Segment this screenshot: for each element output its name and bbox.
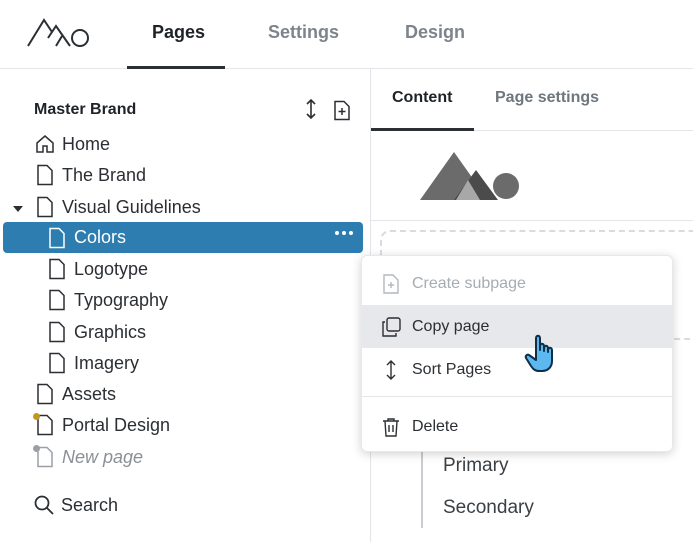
sidebar-item-home[interactable]: Home	[35, 129, 110, 159]
tab-settings[interactable]: Settings	[268, 22, 339, 43]
sidebar-item-label: Home	[62, 133, 111, 154]
page-icon	[49, 352, 65, 374]
sort-vertical-icon	[386, 359, 396, 380]
sidebar-item-label: Portal Design	[62, 414, 171, 435]
sidebar-item-label: New page	[62, 446, 144, 467]
tab-page-settings[interactable]: Page settings	[495, 89, 599, 107]
brand-logo-image	[420, 152, 519, 200]
top-bar: Pages Settings Design	[0, 0, 693, 69]
copy-icon	[382, 316, 401, 337]
page-icon	[49, 321, 65, 343]
more-options-icon[interactable]	[335, 231, 353, 235]
sidebar-item-imagery[interactable]: Imagery	[47, 348, 139, 378]
sidebar-item-the-brand[interactable]: The Brand	[35, 160, 146, 190]
nav-item-primary[interactable]: Primary	[443, 455, 508, 477]
page-icon	[49, 289, 65, 311]
menu-item-label: Copy page	[412, 317, 490, 335]
menu-item-label: Create subpage	[412, 274, 526, 292]
logo-mountains-icon[interactable]	[26, 16, 92, 50]
menu-sort-pages[interactable]: Sort Pages	[362, 348, 672, 391]
menu-item-label: Delete	[412, 417, 459, 435]
sidebar-item-label: Colors	[74, 227, 127, 247]
sidebar-item-assets[interactable]: Assets	[35, 379, 116, 409]
sidebar-item-label: Logotype	[74, 258, 149, 279]
menu-divider	[362, 396, 672, 397]
sidebar-item-label: Graphics	[74, 321, 147, 342]
add-page-icon	[383, 273, 399, 294]
page-icon	[37, 383, 53, 405]
page-context-menu: Create subpage Copy page Sort Pages Dele…	[361, 255, 673, 452]
search-label: Search	[61, 494, 119, 515]
sidebar-item-logotype[interactable]: Logotype	[47, 254, 148, 284]
nav-line	[421, 448, 423, 528]
sidebar-item-colors[interactable]: Colors	[3, 222, 363, 253]
content-divider	[371, 220, 693, 221]
chevron-down-icon[interactable]	[12, 204, 24, 214]
sidebar-item-label: Visual Guidelines	[62, 196, 201, 217]
page-icon	[49, 227, 65, 248]
active-subtab-indicator	[371, 128, 474, 131]
sidebar-item-graphics[interactable]: Graphics	[47, 317, 146, 347]
page-icon	[37, 164, 53, 186]
sidebar-item-label: Imagery	[74, 352, 140, 373]
trash-icon	[383, 417, 399, 437]
sidebar-item-typography[interactable]: Typography	[47, 285, 168, 315]
sidebar-item-label: The Brand	[62, 164, 147, 185]
page-icon	[49, 258, 65, 280]
menu-item-label: Sort Pages	[412, 360, 492, 378]
sidebar-item-visual-guidelines[interactable]: Visual Guidelines	[35, 192, 201, 222]
tab-design[interactable]: Design	[405, 22, 465, 43]
menu-delete[interactable]: Delete	[362, 405, 672, 448]
sort-vertical-icon[interactable]	[302, 98, 320, 120]
tab-pages[interactable]: Pages	[152, 22, 205, 43]
nav-item-secondary[interactable]: Secondary	[443, 497, 534, 519]
status-dot	[33, 445, 40, 452]
sidebar-item-label: Assets	[62, 383, 117, 404]
menu-copy-page[interactable]: Copy page	[362, 305, 672, 348]
status-dot	[33, 413, 40, 420]
sidebar-item-new-page[interactable]: New page	[35, 442, 143, 472]
add-page-icon[interactable]	[333, 100, 351, 121]
search-button[interactable]: Search	[33, 494, 118, 516]
page-icon	[37, 196, 53, 218]
tab-content[interactable]: Content	[392, 89, 452, 107]
menu-create-subpage[interactable]: Create subpage	[362, 262, 672, 305]
site-title: Master Brand	[34, 101, 137, 118]
search-icon	[34, 495, 54, 515]
sidebar-item-portal-design[interactable]: Portal Design	[35, 410, 170, 440]
sidebar-item-label: Typography	[74, 289, 169, 310]
hand-cursor-icon	[524, 334, 553, 372]
home-icon	[36, 135, 54, 153]
